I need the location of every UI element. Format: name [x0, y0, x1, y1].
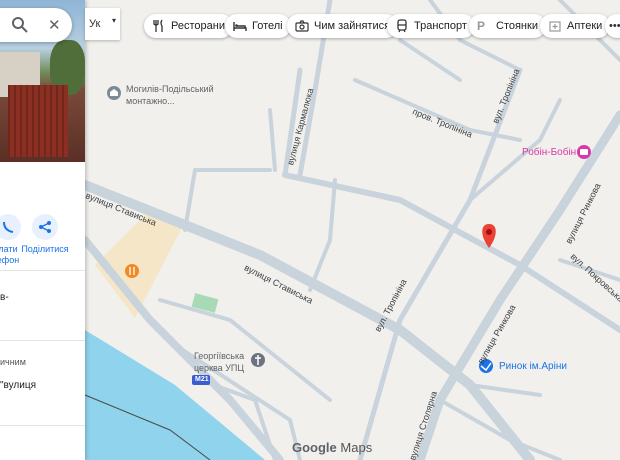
pharmacy-icon	[548, 19, 562, 33]
chip-pharmacy[interactable]: Аптеки	[540, 14, 611, 38]
church-label-line2[interactable]: церква УПЦ	[194, 363, 244, 373]
chip-things-to-do[interactable]: Чим зайнятися	[287, 14, 399, 38]
call-label-line2: ефон	[0, 255, 20, 265]
chip-transit[interactable]: Транспорт	[387, 14, 475, 38]
chip-hotels[interactable]: Готелі	[225, 14, 291, 38]
share-icon	[32, 214, 58, 240]
chip-pharmacy-label: Аптеки	[567, 20, 603, 32]
map-canvas[interactable]	[0, 0, 620, 460]
chip-things-to-do-label: Чим зайнятися	[314, 20, 391, 32]
transit-icon	[395, 19, 409, 33]
chip-transit-label: Транспорт	[414, 20, 467, 32]
google-wordmark: Google	[292, 440, 337, 455]
m21-label: M21	[195, 376, 209, 383]
chip-restaurants[interactable]: Ресторани	[144, 14, 233, 38]
chip-hotels-label: Готелі	[252, 20, 283, 32]
hotel-icon	[233, 19, 247, 33]
parking-icon: P	[477, 19, 486, 33]
panel-fragment-2: ичним	[0, 357, 26, 367]
language-value: Ук	[89, 18, 101, 30]
place-panel: ✕ лати ефон Поділитися в- ичним "вулиця	[0, 0, 85, 460]
robin-bobin-label[interactable]: Робін-Бобін	[522, 147, 576, 158]
chip-parking[interactable]: P Стоянки	[469, 14, 546, 38]
restaurant-icon	[152, 19, 166, 33]
google-maps-logo: Google Maps	[292, 440, 372, 455]
church-label-line1[interactable]: Георгіївська	[194, 351, 244, 361]
chip-restaurants-label: Ресторани	[171, 20, 225, 32]
company-label-line1[interactable]: Могилів-Подільський	[126, 84, 214, 94]
search-box[interactable]: ✕	[0, 8, 72, 42]
company-label-line2[interactable]: монтажно...	[126, 96, 175, 106]
share-label: Поділитися	[21, 244, 69, 254]
panel-fragment-3: "вулиця	[0, 380, 36, 391]
restaurant-marker	[125, 264, 139, 278]
chip-parking-label: Стоянки	[496, 20, 538, 32]
more-icon: •••	[609, 20, 620, 32]
language-select[interactable]: Ук ▾	[85, 8, 120, 40]
close-icon[interactable]: ✕	[48, 16, 61, 34]
panel-fragment-1: в-	[0, 292, 9, 303]
share-action[interactable]: Поділитися	[15, 214, 75, 255]
maps-wordmark: Maps	[340, 440, 373, 455]
camera-icon	[295, 19, 309, 33]
chevron-down-icon: ▾	[111, 16, 116, 25]
market-label[interactable]: Ринок ім.Аріни	[499, 361, 567, 372]
search-icon[interactable]	[10, 15, 30, 35]
